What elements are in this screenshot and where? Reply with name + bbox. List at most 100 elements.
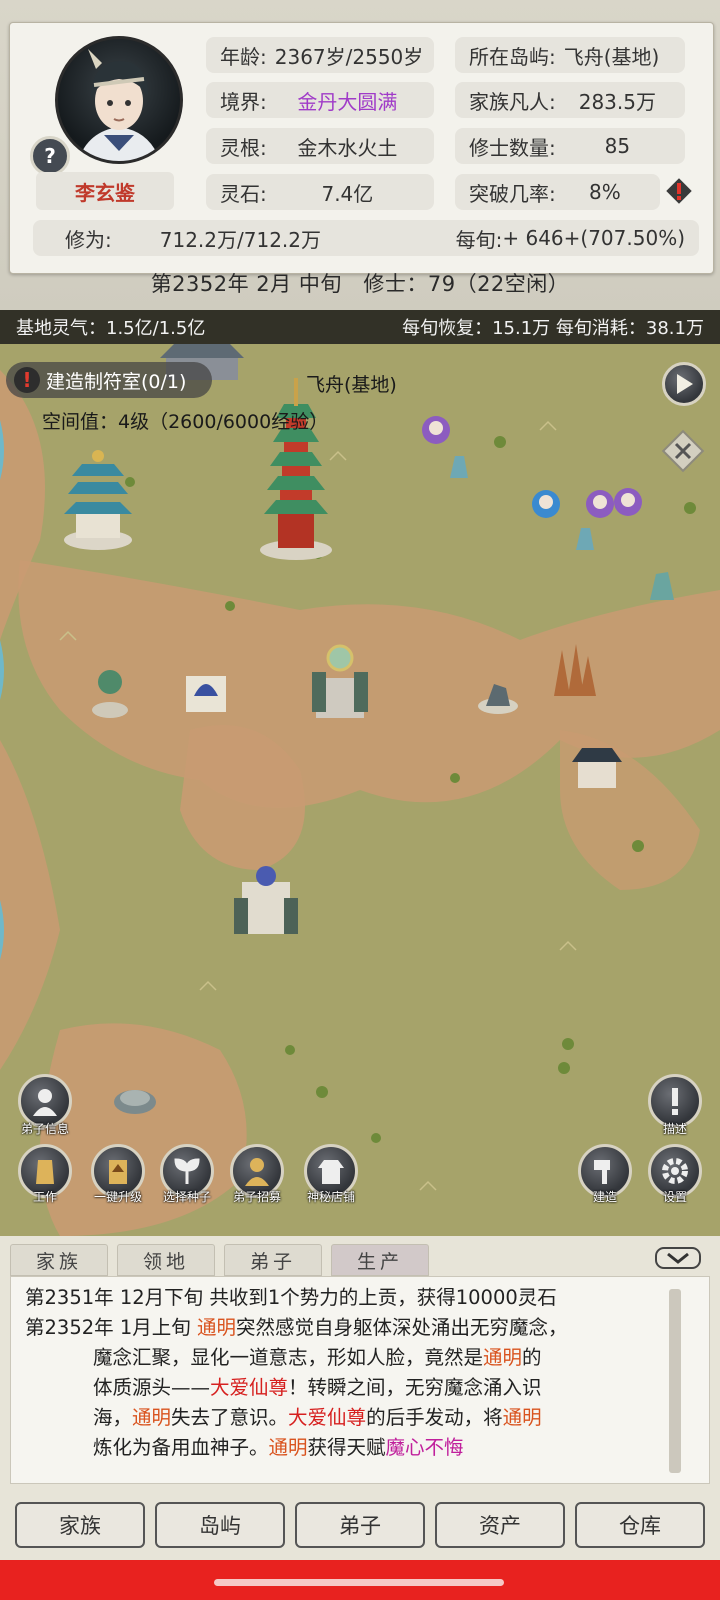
stat-island-value: 飞舟(基地): [563, 44, 660, 69]
upgrade-icon: [109, 1160, 127, 1184]
date-and-cultivator-line: 第2352年 2月 中旬 修士：79（22空闲）: [150, 272, 570, 296]
character-name[interactable]: 大爱仙尊: [210, 1376, 288, 1399]
tab-family[interactable]: 家族: [10, 1244, 108, 1276]
stat-spirit-root: 灵根: 金木水火土: [206, 128, 434, 164]
stat-per-xun-value: + 646+(707.50%): [502, 226, 685, 250]
tab-production[interactable]: 生产: [331, 1244, 429, 1276]
log-text: 体质源头——: [93, 1376, 211, 1399]
tab-territory[interactable]: 领地: [117, 1244, 215, 1276]
home-indicator[interactable]: [214, 1579, 504, 1586]
character-name[interactable]: 通明: [503, 1406, 542, 1429]
log-text: 获得天赋: [307, 1436, 386, 1459]
stat-realm-label: 境界:: [220, 89, 267, 114]
log-line: 海，通明失去了意识。大爱仙尊的后手发动，将通明: [25, 1403, 685, 1433]
log-line: 体质源头——大爱仙尊！转瞬之间，无穷魔念涌入识: [25, 1373, 685, 1403]
gate-building-south[interactable]: [234, 862, 298, 942]
log-text: 魔念汇聚，显化一道意志，形如人脸，竟然是: [93, 1346, 484, 1369]
stat-stones-label: 灵石:: [220, 181, 267, 206]
log-line: 第2352年 1月上旬 通明突然感觉自身躯体深处涌出无穷魔念，: [25, 1313, 685, 1343]
log-line: 炼化为备用血神子。通明获得天赋魔心不悔: [25, 1433, 685, 1463]
player-avatar[interactable]: [55, 36, 183, 164]
shop-icon: [318, 1160, 344, 1184]
breakthrough-alert-icon[interactable]: [664, 176, 694, 206]
character-name[interactable]: 通明: [197, 1316, 236, 1339]
qi-recovery-consumption: 每旬恢复：15.1万 每旬消耗：38.1万: [402, 318, 704, 339]
stat-age: 年龄: 2367岁/2550岁: [206, 37, 434, 73]
build-quest-text: 建造制符室(0/1): [46, 370, 187, 393]
stat-stones-value: 7.4亿: [321, 181, 374, 206]
shop-label: 神秘店铺: [306, 1190, 355, 1204]
jade-stone[interactable]: [646, 568, 678, 606]
help-question-icon[interactable]: ?: [30, 136, 70, 176]
settings-label: 设置: [662, 1190, 687, 1204]
base-qi-value: 基地灵气：1.5亿/1.5亿: [16, 318, 206, 339]
stat-age-value: 2367岁/2550岁: [274, 44, 424, 69]
stat-realm: 境界: 金丹大圆满: [206, 82, 434, 118]
disciple-info-label: 弟子信息: [20, 1122, 69, 1136]
nav-assets[interactable]: 资产: [435, 1502, 565, 1548]
main-pagoda-building[interactable]: [258, 372, 334, 566]
jade-stone-2[interactable]: [446, 452, 472, 484]
stone-disk[interactable]: [112, 1082, 158, 1122]
altar-building[interactable]: [186, 668, 226, 716]
zoom-toggle-icon[interactable]: [660, 428, 706, 474]
build-label: 建造: [592, 1190, 617, 1204]
disciple-sprite[interactable]: [420, 414, 452, 450]
play-button[interactable]: [662, 362, 706, 406]
log-text: 海，: [93, 1406, 133, 1429]
expand-log-icon[interactable]: [654, 1246, 702, 1270]
stat-cultivators-value: 85: [604, 134, 631, 158]
character-name[interactable]: 通明: [132, 1406, 171, 1429]
log-scrollbar[interactable]: [669, 1289, 681, 1473]
nav-islands[interactable]: 岛屿: [155, 1502, 285, 1548]
log-text: 的: [522, 1346, 542, 1369]
jade-stone-3[interactable]: [572, 524, 598, 556]
stat-breakthrough: 突破几率: 8%: [455, 174, 660, 210]
log-text: 炼化为备用血神子。: [93, 1436, 269, 1459]
tab-disciples[interactable]: 弟子: [224, 1244, 322, 1276]
character-name[interactable]: 大爱仙尊: [288, 1406, 366, 1429]
stat-breakthrough-label: 突破几率:: [469, 181, 556, 206]
nav-warehouse[interactable]: 仓库: [575, 1502, 705, 1548]
nav-family[interactable]: 家族: [15, 1502, 145, 1548]
teal-pagoda-building[interactable]: [62, 440, 134, 556]
seed-sprout-icon: [174, 1158, 200, 1184]
disciple-icon: [33, 1089, 57, 1116]
stat-cultivation-row: 修为: 712.2万/712.2万 每旬: + 646+(707.50%): [33, 220, 699, 256]
event-log[interactable]: 第2351年 12月下旬 共收到1个势力的上贡，获得10000灵石 第2352年…: [10, 1276, 710, 1484]
player-name[interactable]: 李玄鉴: [36, 172, 174, 210]
stat-realm-value: 金丹大圆满: [297, 89, 398, 114]
nav-disciples[interactable]: 弟子: [295, 1502, 425, 1548]
gear-icon: [662, 1158, 688, 1184]
rock-shrine[interactable]: [476, 672, 520, 720]
stat-per-xun-label: 每旬:: [455, 227, 503, 252]
map-location-name: 飞舟(基地): [306, 374, 397, 396]
stat-island-label: 所在岛屿:: [469, 44, 556, 69]
log-text: ！转瞬之间，无穷魔念涌入识: [288, 1376, 542, 1399]
recruit-label: 弟子招募: [232, 1190, 281, 1204]
stat-cultivation-value: 712.2万/712.2万: [159, 227, 321, 252]
stat-root-value: 金木水火土: [297, 135, 398, 160]
choose-seed-label: 选择种子: [162, 1190, 211, 1204]
autumn-trees: [548, 640, 598, 702]
character-name[interactable]: 通明: [269, 1436, 308, 1459]
stat-cultivators: 修士数量: 85: [455, 128, 685, 164]
disciple-sprite[interactable]: [530, 488, 562, 524]
gate-building-center[interactable]: [310, 642, 370, 726]
log-text: 突然感觉自身躯体深处涌出无穷魔念，: [235, 1316, 568, 1339]
stat-breakthrough-value: 8%: [589, 180, 621, 204]
talent-name[interactable]: 魔心不悔: [386, 1436, 464, 1459]
work-icon: [36, 1160, 54, 1184]
describe-label: 描述: [662, 1122, 687, 1136]
log-text: 的后手发动，将: [366, 1406, 503, 1429]
base-map[interactable]: [0, 310, 720, 1236]
character-name[interactable]: 通明: [483, 1346, 522, 1369]
stat-age-label: 年龄:: [220, 44, 267, 69]
lantern-shrine[interactable]: [90, 660, 130, 724]
pavilion-building-east[interactable]: [572, 740, 622, 794]
build-quest-banner[interactable]: ! 建造制符室(0/1): [6, 362, 212, 398]
recruit-person-icon: [245, 1158, 269, 1186]
disciple-sprite[interactable]: [612, 486, 644, 522]
space-value-text: 空间值：4级（2600/6000经验）: [42, 411, 329, 433]
stat-island: 所在岛屿: 飞舟(基地): [455, 37, 685, 73]
